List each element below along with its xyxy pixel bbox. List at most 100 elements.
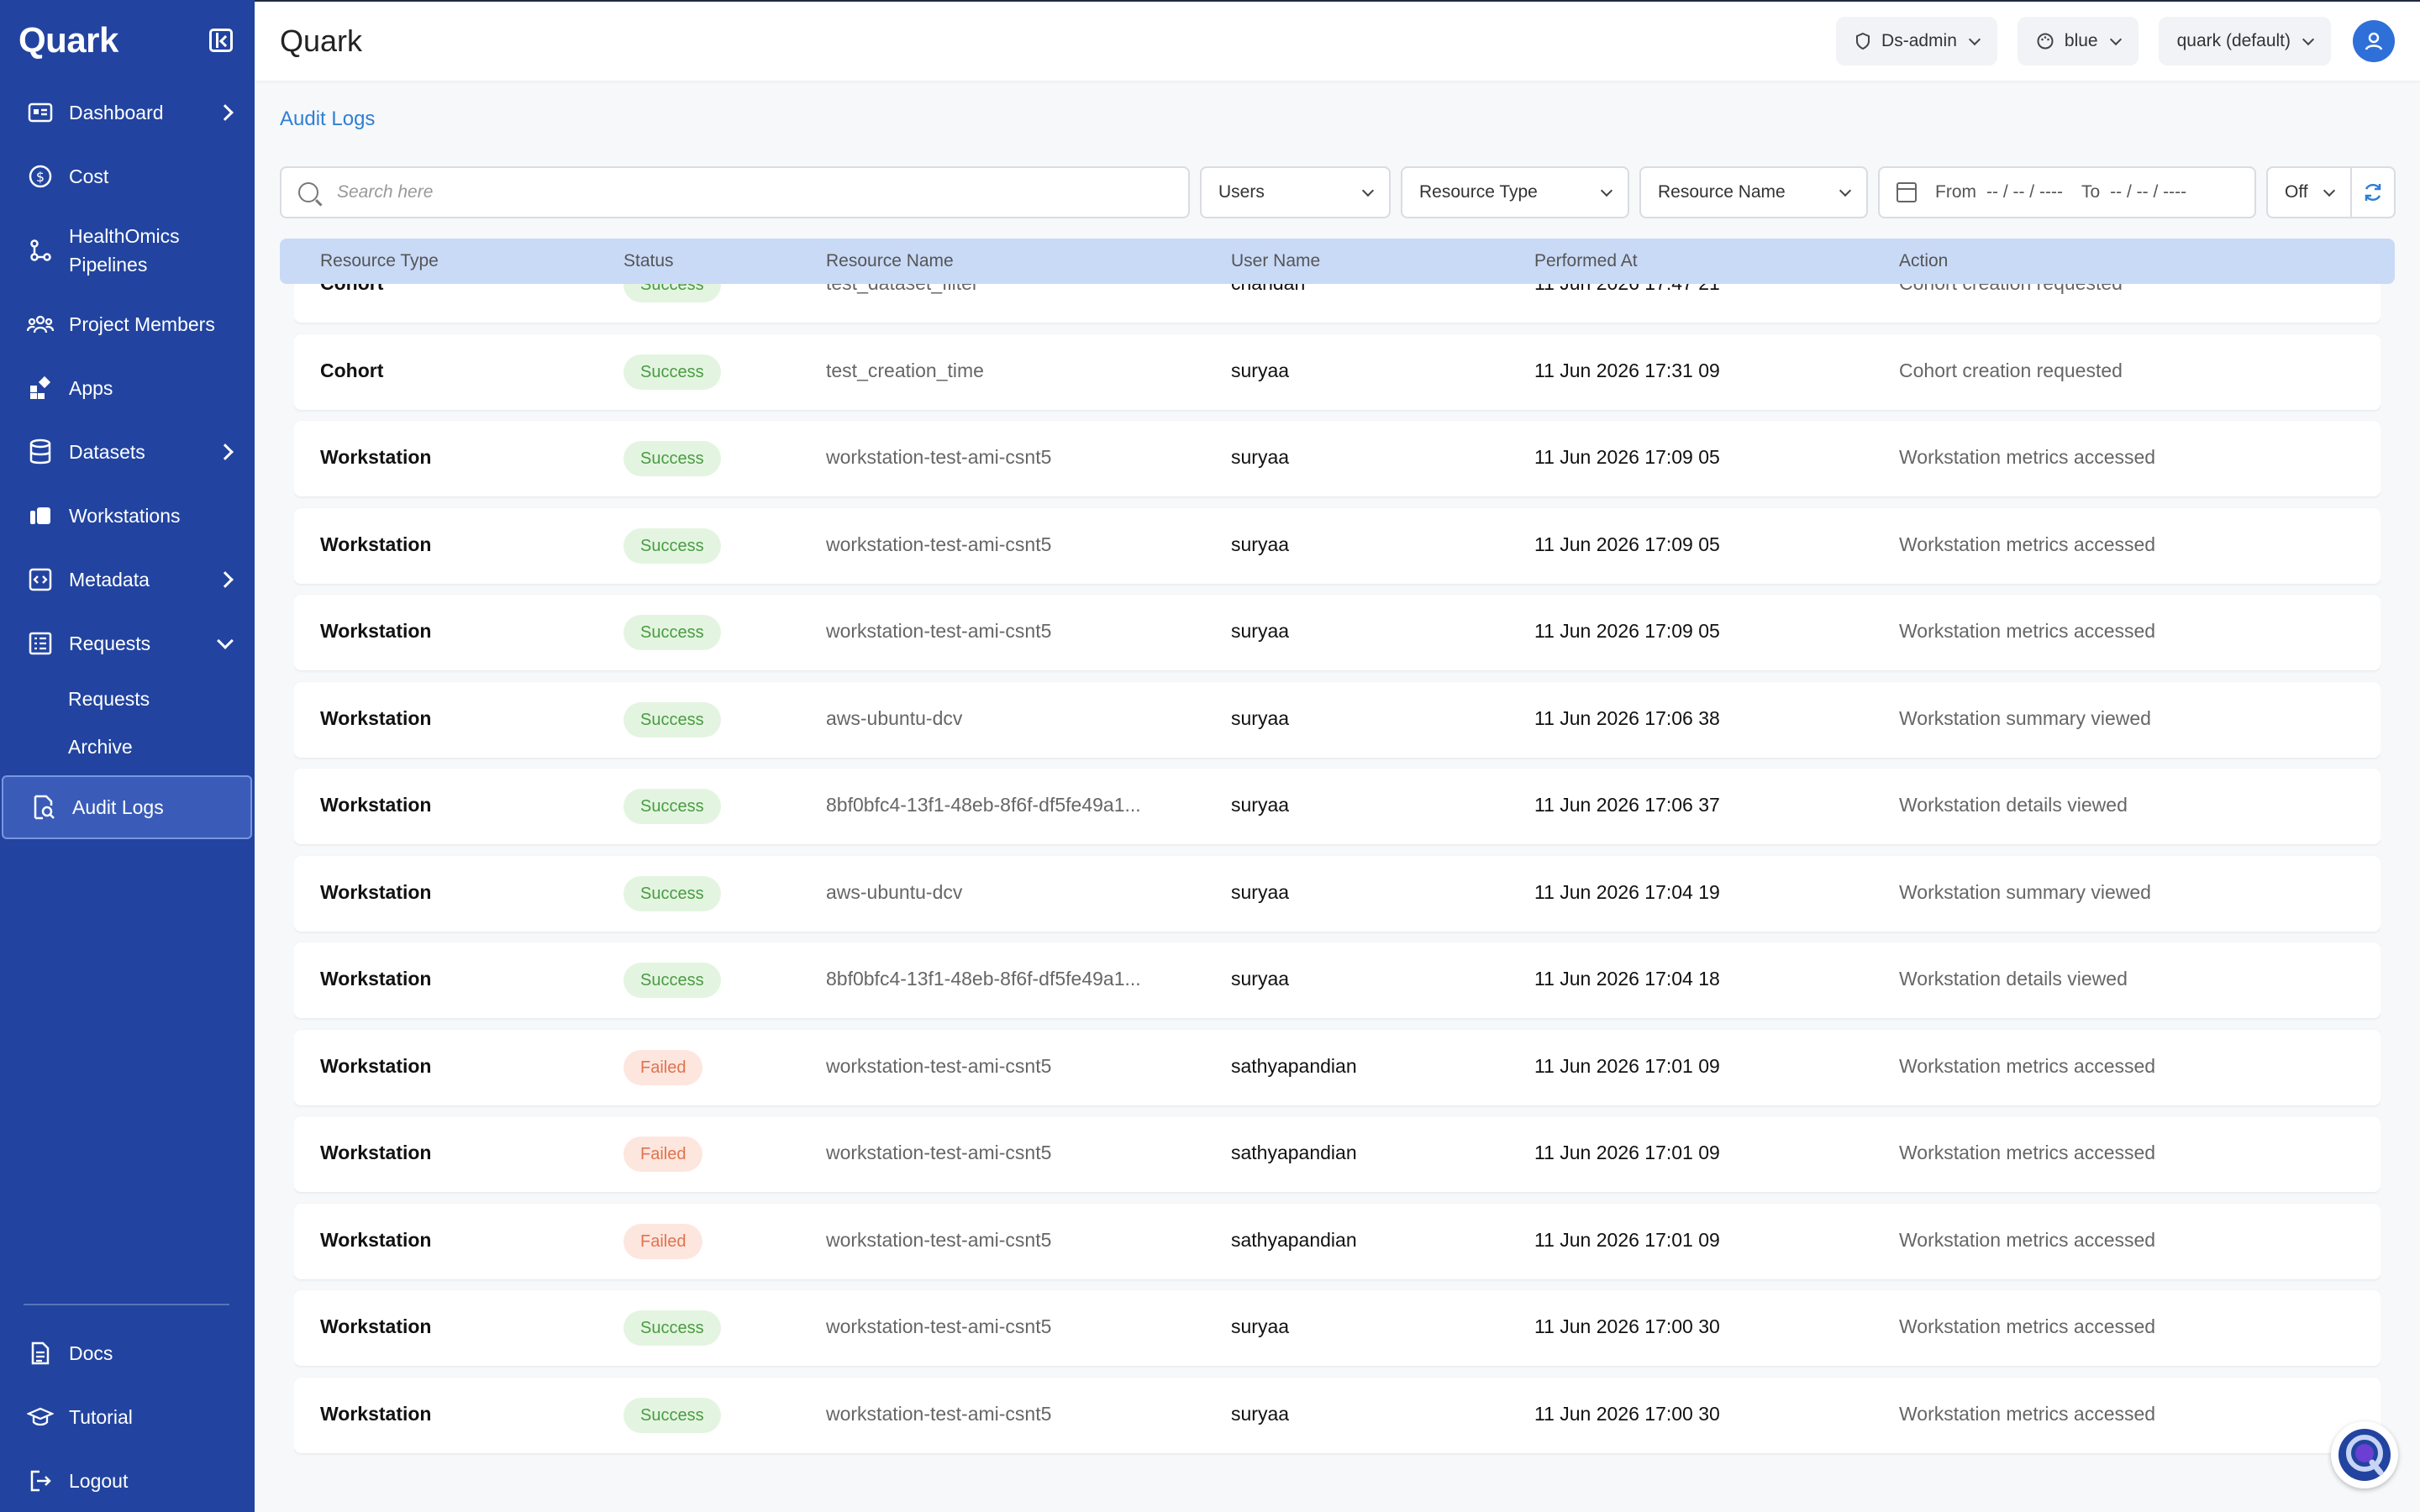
resource-name-cell: workstation-test-ami-csnt5 xyxy=(826,1402,1052,1425)
resource-name-cell: workstation-test-ami-csnt5 xyxy=(826,1142,1052,1163)
to-label: To xyxy=(2081,182,2101,202)
user-name-cell: suryaa xyxy=(1231,359,1290,381)
chevron-right-icon xyxy=(217,444,234,460)
table-row[interactable]: Workstation Success workstation-test-ami-c… xyxy=(294,421,2381,496)
theme-selector[interactable]: blue xyxy=(2017,17,2139,66)
resource-name-cell: test_dataset_filter xyxy=(826,284,979,295)
sidebar-item-cost[interactable]: $ Cost xyxy=(0,144,255,208)
sidebar-item-metadata[interactable]: Metadata xyxy=(0,548,255,612)
table-row[interactable]: Cohort Success test_dataset_filter chandan 1… xyxy=(294,284,2381,323)
sidebar-subitem-archive[interactable]: Archive xyxy=(0,723,255,771)
table-row[interactable]: Workstation Success workstation-test-ami-c… xyxy=(294,507,2381,584)
from-date-value[interactable]: -- / -- / ---- xyxy=(1986,182,2063,202)
sidebar-item-label: Logout xyxy=(69,1470,129,1492)
table-row[interactable]: Cohort Success test_creation_time suryaa 11 … xyxy=(294,333,2381,410)
sidebar-item-requests[interactable]: Requests xyxy=(0,612,255,675)
performed-at-cell: 11 Jun 2026 17:06 37 xyxy=(1534,794,1720,816)
column-header[interactable]: Action xyxy=(1899,251,1948,271)
users-filter[interactable]: Users xyxy=(1200,166,1391,218)
collapse-sidebar-icon[interactable] xyxy=(209,29,233,52)
role-selector[interactable]: Ds-admin xyxy=(1836,17,1997,66)
status-badge: Failed xyxy=(623,1049,703,1085)
column-header[interactable]: Resource Type xyxy=(320,251,439,271)
resource-type-filter[interactable]: Resource Type xyxy=(1401,166,1629,218)
sidebar-item-label: Metadata xyxy=(69,569,150,591)
from-label: From xyxy=(1935,182,1976,202)
chevron-down-icon xyxy=(1968,33,1981,45)
user-name-cell: suryaa xyxy=(1231,794,1290,816)
resource-name-cell: workstation-test-ami-csnt5 xyxy=(826,446,1052,468)
resource-name-filter[interactable]: Resource Name xyxy=(1639,166,1868,218)
performed-at-cell: 11 Jun 2026 17:06 38 xyxy=(1534,706,1720,729)
docs-icon xyxy=(25,1338,55,1368)
calendar-icon xyxy=(1897,182,1917,202)
column-header[interactable]: Resource Name xyxy=(826,251,954,271)
sidebar-item-healthomics-pipelines[interactable]: HealthOmics Pipelines xyxy=(0,208,255,292)
table-row[interactable]: Workstation Success workstation-test-ami-c… xyxy=(294,1377,2381,1453)
search-placeholder: Search here xyxy=(337,182,434,202)
action-cell: Workstation metrics accessed xyxy=(1899,1054,2156,1077)
sidebar-item-apps[interactable]: Apps xyxy=(0,356,255,420)
action-cell: Workstation summary viewed xyxy=(1899,880,2151,903)
user-icon xyxy=(2365,32,2383,50)
table-row[interactable]: Workstation Success aws-ubuntu-dcv suryaa 11… xyxy=(294,855,2381,932)
performed-at-cell: 11 Jun 2026 17:01 09 xyxy=(1534,1054,1720,1077)
sidebar-item-tutorial[interactable]: Tutorial xyxy=(0,1385,255,1449)
user-name-cell: suryaa xyxy=(1231,1402,1290,1425)
chat-assistant-button[interactable] xyxy=(2331,1421,2398,1488)
search-input[interactable]: Search here xyxy=(280,166,1190,218)
svg-text:$: $ xyxy=(36,169,45,185)
column-header[interactable]: User Name xyxy=(1231,251,1320,271)
graduation-cap-icon xyxy=(25,1402,55,1432)
performed-at-cell: 11 Jun 2026 17:47 21 xyxy=(1534,284,1720,295)
project-selector[interactable]: quark (default) xyxy=(2158,17,2331,66)
shield-icon xyxy=(1856,32,1870,50)
theme-label: blue xyxy=(2064,31,2098,50)
action-cell: Workstation metrics accessed xyxy=(1899,446,2156,468)
sidebar-item-logout[interactable]: Logout xyxy=(0,1449,255,1512)
status-badge: Success xyxy=(623,441,721,476)
to-date-value[interactable]: -- / -- / ---- xyxy=(2110,182,2186,202)
dashboard-icon xyxy=(25,97,55,128)
resource-name-cell: workstation-test-ami-csnt5 xyxy=(826,1054,1052,1077)
table-row[interactable]: Workstation Success workstation-test-ami-c… xyxy=(294,1290,2381,1366)
sidebar-item-label: Apps xyxy=(69,377,113,399)
resource-type-cell: Workstation xyxy=(320,533,432,555)
table-row[interactable]: Workstation Success aws-ubuntu-dcv suryaa 11… xyxy=(294,681,2381,758)
action-cell: Cohort creation requested xyxy=(1899,359,2123,381)
table-row[interactable]: Workstation Success 8bf0bfc4-13f1-48eb-8f6… xyxy=(294,769,2381,844)
performed-at-cell: 11 Jun 2026 17:09 05 xyxy=(1534,533,1720,555)
user-avatar[interactable] xyxy=(2353,20,2395,62)
sidebar-item-label: Cost xyxy=(69,165,109,187)
refresh-button[interactable] xyxy=(2352,166,2396,218)
table-row[interactable]: Workstation Success 8bf0bfc4-13f1-48eb-8f6… xyxy=(294,942,2381,1018)
sidebar-item-dashboard[interactable]: Dashboard xyxy=(0,81,255,144)
sidebar-item-label: HealthOmics Pipelines xyxy=(69,225,180,276)
breadcrumb[interactable]: Audit Logs xyxy=(280,108,375,131)
table-row[interactable]: Workstation Failed workstation-test-ami-cs… xyxy=(294,1116,2381,1192)
sidebar-item-project-members[interactable]: Project Members xyxy=(0,292,255,356)
table-row[interactable]: Workstation Success workstation-test-ami-c… xyxy=(294,595,2381,670)
sidebar-item-audit-logs[interactable]: Audit Logs xyxy=(2,775,252,839)
sidebar-item-label: Docs xyxy=(69,1342,113,1364)
sidebar-item-workstations[interactable]: Workstations xyxy=(0,484,255,548)
performed-at-cell: 11 Jun 2026 17:31 09 xyxy=(1534,359,1720,381)
sidebar-item-docs[interactable]: Docs xyxy=(0,1321,255,1385)
chevron-right-icon xyxy=(217,571,234,588)
sidebar-subitem-requests[interactable]: Requests xyxy=(0,675,255,723)
palette-icon xyxy=(2037,33,2054,50)
column-header[interactable]: Performed At xyxy=(1534,251,1638,271)
table-row[interactable]: Workstation Failed workstation-test-ami-cs… xyxy=(294,1203,2381,1279)
sidebar-item-datasets[interactable]: Datasets xyxy=(0,420,255,484)
resource-name-cell: workstation-test-ami-csnt5 xyxy=(826,1228,1052,1251)
resource-name-cell: workstation-test-ami-csnt5 xyxy=(826,1315,1052,1337)
resource-type-cell: Workstation xyxy=(320,1142,432,1163)
table-row[interactable]: Workstation Failed workstation-test-ami-cs… xyxy=(294,1029,2381,1105)
auto-refresh-select[interactable]: Off xyxy=(2266,166,2352,218)
auto-refresh-value: Off xyxy=(2285,182,2308,202)
resource-type-cell: Workstation xyxy=(320,794,432,816)
column-header[interactable]: Status xyxy=(623,251,674,271)
performed-at-cell: 11 Jun 2026 17:04 19 xyxy=(1534,880,1720,903)
date-range-picker[interactable]: From -- / -- / ---- To -- / -- / ---- xyxy=(1878,166,2256,218)
chevron-down-icon xyxy=(1361,184,1375,197)
